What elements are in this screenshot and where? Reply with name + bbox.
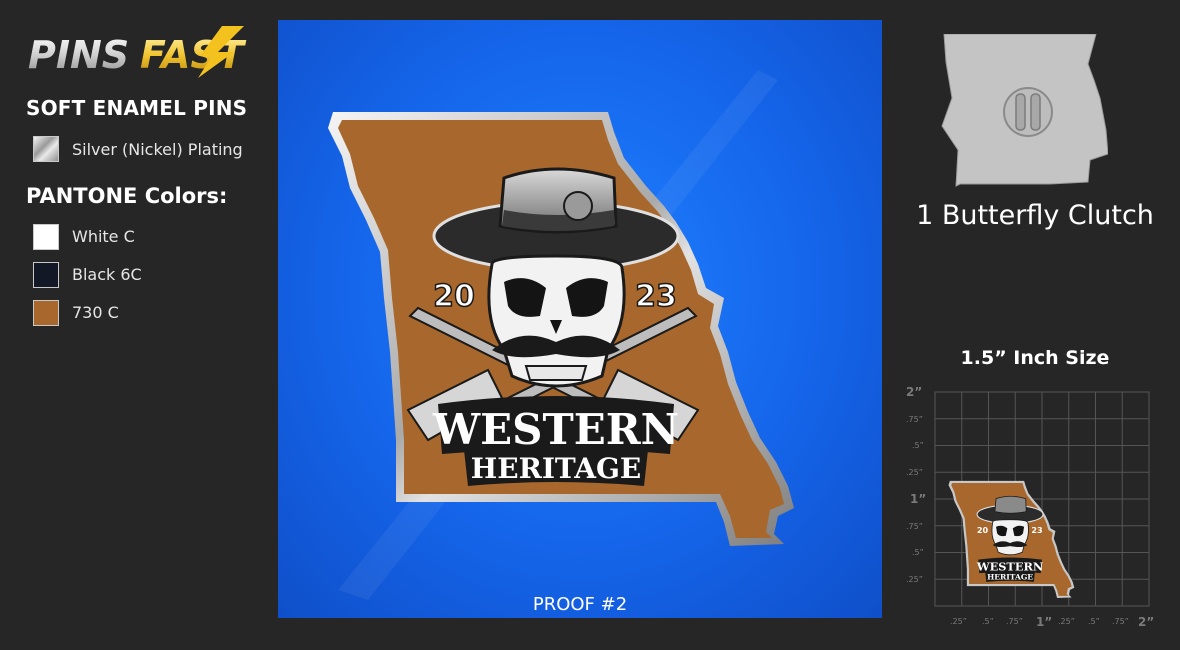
color-swatch-black <box>33 261 59 288</box>
pantone-color-list: White C Black 6C 730 C <box>33 223 142 337</box>
y-label-7: .25” <box>906 575 923 584</box>
x-label-2: .75” <box>1006 617 1023 626</box>
logo-text-fast: FAST <box>140 33 247 77</box>
year-right: 23 <box>635 279 677 314</box>
x-label-1: .5” <box>982 617 994 626</box>
title-line1: WESTERN <box>432 405 679 454</box>
thumb-year-right: 23 <box>1031 525 1042 535</box>
y-label-5: .75” <box>906 522 923 531</box>
pantone-label-black: Black 6C <box>72 265 142 284</box>
pin-back-view <box>938 33 1109 189</box>
year-left: 20 <box>433 279 475 314</box>
pantone-label-white: White C <box>72 227 135 246</box>
title-line2: HERITAGE <box>471 452 641 485</box>
size-reference-grid: 2” .75” .5” .25” 1” .75” .5” .25” .25” .… <box>902 378 1168 644</box>
y-label-1: .75” <box>906 415 923 424</box>
x-label-6: .75” <box>1112 617 1129 626</box>
y-label-4: 1” <box>910 492 926 506</box>
pantone-label-730c: 730 C <box>72 303 119 322</box>
pantone-item-black: Black 6C <box>33 261 142 288</box>
pantone-item-730c: 730 C <box>33 299 142 326</box>
x-label-3: 1” <box>1036 615 1052 629</box>
y-label-2: .5” <box>912 441 924 450</box>
y-label-3: .25” <box>906 468 923 477</box>
x-label-0: .25” <box>950 617 967 626</box>
pantone-title: PANTONE Colors: <box>26 184 228 208</box>
size-label: 1.5” Inch Size <box>960 347 1110 369</box>
product-title: SOFT ENAMEL PINS <box>26 96 248 120</box>
x-label-7: 2” <box>1138 615 1154 629</box>
y-label-0: 2” <box>906 385 922 399</box>
butterfly-clutch-icon <box>1003 87 1053 137</box>
y-label-6: .5” <box>912 548 924 557</box>
pin-artwork: 20 23 WESTERN HERITAGE <box>328 70 794 600</box>
color-swatch-730c <box>33 299 59 326</box>
thumb-title-line1: WESTERN <box>976 559 1043 573</box>
thumb-title-line2: HERITAGE <box>987 573 1033 582</box>
x-label-4: .25” <box>1058 617 1075 626</box>
proof-panel: 20 23 WESTERN HERITAGE PROOF #2 <box>278 20 882 618</box>
clutch-label: 1 Butterfly Clutch <box>916 200 1154 231</box>
pin-thumbnail: 20 23 WESTERN HERITAGE <box>948 480 1075 599</box>
logo-text-pins: PINS <box>28 33 129 77</box>
proof-label: PROOF #2 <box>532 594 628 615</box>
color-swatch-white <box>33 223 59 250</box>
pantone-item-white: White C <box>33 223 142 250</box>
pinsfast-logo: PINS FAST <box>22 22 252 80</box>
skull-icon <box>487 254 626 388</box>
thumb-year-left: 20 <box>977 525 989 535</box>
silver-plating-swatch <box>33 136 59 162</box>
x-label-5: .5” <box>1088 617 1100 626</box>
plating-label: Silver (Nickel) Plating <box>72 139 243 159</box>
plating-row: Silver (Nickel) Plating <box>33 136 243 162</box>
